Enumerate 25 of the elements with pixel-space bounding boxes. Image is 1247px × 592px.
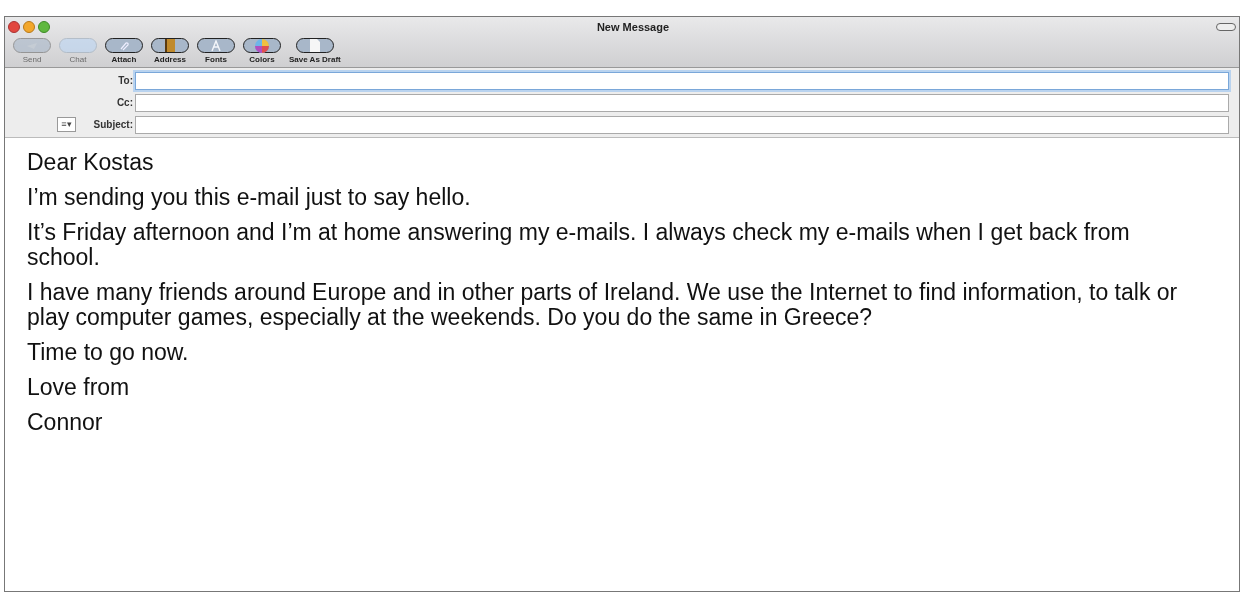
toolbar-toggle-button[interactable]	[1216, 23, 1236, 31]
document-icon	[309, 39, 320, 52]
letter-a-icon	[210, 39, 222, 52]
field-label: Cc:	[116, 96, 133, 110]
close-button[interactable]	[8, 21, 20, 33]
field-label: To:	[118, 74, 133, 88]
address-book-icon	[165, 39, 175, 52]
zoom-button[interactable]	[38, 21, 50, 33]
message-paragraph: Dear Kostas	[27, 150, 155, 175]
input-field[interactable]	[135, 115, 1229, 134]
message-paragraph: It’s Friday afternoon and I’m at home answering my e-mails. I always check my e-mails when I get back from school.	[27, 220, 1131, 270]
message-paragraph: Time to go now.	[27, 340, 190, 365]
color-wheel-icon	[255, 38, 269, 53]
list-menu-button[interactable]: ≡▾	[57, 117, 76, 132]
message-paragraph: Connor	[27, 410, 104, 435]
message-paragraph: I have many friends around Europe and in other parts of Ireland. We use the Internet to find information, to talk or play computer games, especially at the weekends. Do you do the same in Greece?	[27, 280, 1179, 330]
input-field[interactable]	[135, 71, 1229, 90]
message-paragraph: I’m sending you this e-mail just to say hello.	[27, 185, 472, 210]
message-paragraph: Love from	[27, 375, 131, 400]
input-field[interactable]	[135, 93, 1229, 112]
minimize-button[interactable]	[23, 21, 35, 33]
paperclip-icon	[118, 39, 130, 52]
field-label: Subject:	[93, 118, 133, 132]
window-title: New Message	[595, 19, 671, 35]
toolbar-button[interactable]: Save As Draft	[287, 38, 343, 65]
